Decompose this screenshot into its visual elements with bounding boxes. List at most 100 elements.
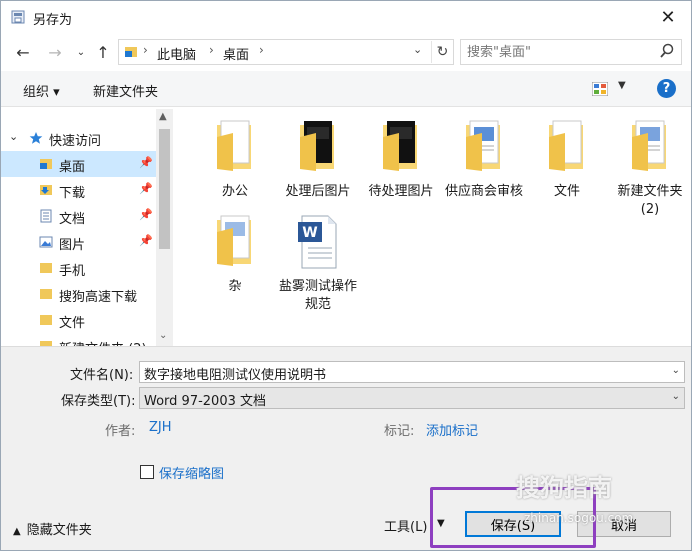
file-item-folder[interactable]: 杂 [195, 214, 275, 296]
refresh-icon: ↻ [436, 44, 449, 60]
folder-icon [40, 289, 52, 299]
nav-item-label: 图片 [59, 238, 86, 253]
chevron-down-icon[interactable]: ⌄ [672, 365, 680, 376]
organize-button[interactable]: 组织 ▾ [23, 81, 60, 100]
nav-item-desktop[interactable]: 桌面 📌 [1, 151, 156, 177]
search-box[interactable] [460, 39, 682, 65]
hide-folders-button[interactable]: ▲ 隐藏文件夹 [13, 519, 92, 538]
folder-icon [549, 120, 583, 171]
tools-button[interactable]: 工具(L) [384, 516, 427, 535]
breadcrumb-this-pc[interactable]: 此电脑 [157, 44, 196, 63]
arrow-up-icon: ↑ [96, 42, 110, 62]
nav-item-label: 搜狗高速下载 [59, 290, 138, 305]
watermark-text: 搜狗指南 [516, 474, 612, 502]
download-folder-icon [40, 185, 52, 195]
file-name: 盐雾测试操作规范 [278, 279, 357, 312]
arrow-left-icon: ← [16, 42, 30, 62]
pin-icon: 📌 [139, 182, 153, 195]
nav-item-documents[interactable]: 文档 📌 [1, 203, 156, 229]
breadcrumb-separator[interactable]: › [259, 43, 264, 57]
arrow-right-icon: → [48, 42, 62, 62]
nav-item-sogou-downloads[interactable]: 搜狗高速下载 [1, 281, 156, 307]
refresh-button[interactable]: ↻ [431, 41, 453, 63]
close-button[interactable]: ✕ [655, 5, 681, 29]
forward-button[interactable]: → [45, 42, 65, 62]
change-view-icon[interactable] [592, 82, 608, 96]
save-as-dialog: 另存为 ✕ ← → ⌄ ↑ › 此电脑 › 桌面 › ⌄ ↻ 搜索"桌面" 组织… [0, 0, 692, 551]
nav-scrollbar[interactable]: ▲ ⌄ [156, 109, 173, 346]
file-item-folder[interactable]: 办公 [195, 119, 275, 201]
breadcrumb-desktop[interactable]: 桌面 [223, 44, 249, 63]
author-value[interactable]: ZJH [149, 420, 172, 435]
file-name: 待处理图片 [368, 184, 434, 199]
pin-icon: 📌 [139, 234, 153, 247]
filetype-select[interactable]: Word 97-2003 文档 ⌄ [139, 387, 685, 409]
chevron-down-icon[interactable]: ⌄ [672, 391, 680, 402]
back-button[interactable]: ← [13, 42, 33, 62]
chevron-down-icon: ⌄ [76, 46, 86, 58]
file-item-folder[interactable]: 新建文件夹 (2) [610, 119, 690, 219]
title-bar: 另存为 ✕ [1, 1, 691, 33]
search-input[interactable] [467, 43, 647, 61]
file-item-folder[interactable]: 供应商会审核 [444, 119, 524, 201]
nav-item-downloads[interactable]: 下载 📌 [1, 177, 156, 203]
file-name: 杂 [228, 279, 242, 294]
scroll-down-icon[interactable]: ⌄ [159, 330, 167, 341]
scrollbar-thumb[interactable] [159, 129, 170, 249]
folder-icon [40, 315, 52, 325]
folder-icon [40, 341, 52, 346]
star-icon [29, 132, 43, 144]
navigation-pane: ⌄ 快速访问 桌面 📌 下载 📌 文档 📌 图片 📌 手机 搜狗高速下载 文件 [1, 109, 173, 346]
help-icon: ? [662, 81, 671, 96]
nav-item-label: 文件 [59, 316, 86, 331]
filename-value[interactable]: 数字接地电阻测试仪使用说明书 [144, 364, 326, 383]
address-bar[interactable]: › 此电脑 › 桌面 › ⌄ ↻ [118, 39, 454, 65]
nav-item-label: 新建文件夹 (2) [59, 338, 147, 346]
save-dialog-icon [11, 10, 25, 24]
scroll-up-icon[interactable]: ▲ [159, 111, 167, 122]
watermark-url: zhinan.sogou.com [524, 511, 634, 525]
filename-field[interactable]: 数字接地电阻测试仪使用说明书 ⌄ [139, 361, 685, 383]
file-item-folder[interactable]: 文件 [527, 119, 607, 201]
nav-item-pictures[interactable]: 图片 📌 [1, 229, 156, 255]
tools-dropdown-icon[interactable]: ▼ [437, 518, 445, 529]
folder-icon [217, 120, 251, 171]
nav-quick-access[interactable]: ⌄ 快速访问 [1, 125, 156, 151]
pictures-folder-icon [39, 236, 53, 248]
breadcrumb-separator[interactable]: › [209, 43, 214, 57]
new-folder-button[interactable]: 新建文件夹 [93, 81, 158, 100]
pin-icon: 📌 [139, 156, 153, 169]
breadcrumb-separator: › [143, 43, 148, 57]
chevron-down-icon[interactable]: ⌄ [9, 130, 18, 143]
file-list: 办公 处理后图片 待处理图片 供应商会审核 文件 新建文件夹 (2) 杂 W 盐… [173, 109, 691, 346]
recent-locations-button[interactable]: ⌄ [71, 42, 91, 62]
author-label: 作者: [105, 424, 136, 439]
save-thumbnail-checkbox[interactable] [140, 465, 154, 479]
address-dropdown-icon[interactable]: ⌄ [413, 43, 422, 56]
help-button[interactable]: ? [657, 79, 676, 98]
filetype-label: 保存类型(T): [61, 394, 136, 409]
nav-item-label: 桌面 [59, 160, 86, 175]
chevron-up-icon: ▲ [13, 526, 21, 537]
up-button[interactable]: ↑ [93, 42, 113, 62]
nav-item-files[interactable]: 文件 [1, 307, 156, 333]
file-name: 供应商会审核 [444, 184, 523, 199]
file-name: 新建文件夹 (2) [617, 184, 683, 217]
file-item-document[interactable]: W 盐雾测试操作规范 [278, 214, 358, 314]
nav-item-label: 手机 [59, 264, 86, 279]
folder-dark-icon [383, 121, 417, 171]
save-thumbnail-label[interactable]: 保存缩略图 [159, 463, 224, 482]
svg-text:W: W [302, 225, 317, 241]
folder-doc-icon [217, 215, 251, 266]
search-icon[interactable] [659, 43, 675, 59]
file-item-folder[interactable]: 待处理图片 [361, 119, 441, 201]
folder-doc-icon [632, 120, 666, 171]
view-options-dropdown-icon[interactable]: ▼ [618, 80, 626, 91]
filename-label: 文件名(N): [70, 368, 134, 383]
word-document-icon: W [298, 215, 337, 269]
add-tags-link[interactable]: 添加标记 [426, 420, 478, 439]
file-item-folder[interactable]: 处理后图片 [278, 119, 358, 201]
nav-item-phone[interactable]: 手机 [1, 255, 156, 281]
folder-icon [40, 263, 52, 273]
nav-item-new-folder-2[interactable]: 新建文件夹 (2) [1, 333, 156, 346]
